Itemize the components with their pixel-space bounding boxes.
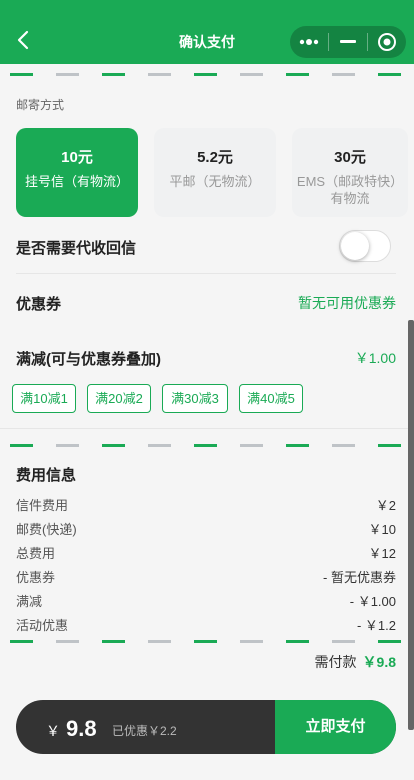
toggle-knob	[341, 232, 369, 260]
discount-tag[interactable]: 满30减3	[162, 384, 228, 413]
return-letter-toggle[interactable]	[339, 230, 391, 262]
discount-tag[interactable]: 满10减1	[12, 384, 76, 413]
more-icon[interactable]	[290, 26, 328, 58]
fee-row: 优惠券 - 暂无优惠券	[16, 567, 396, 586]
shipping-option-ems[interactable]: 30元 EMS（邮政特快）有物流	[292, 128, 408, 217]
fee-row: 满减 - ￥1.00	[16, 591, 396, 610]
shipping-name: EMS（邮政特快）有物流	[296, 174, 404, 206]
discount-value: ￥1.00	[354, 350, 396, 366]
need-pay: 需付款 ￥9.8	[315, 652, 396, 672]
fee-label: 优惠券	[16, 570, 56, 585]
discount-label: 满减(可与优惠券叠加)	[16, 351, 161, 368]
shipping-name: 平邮（无物流）	[169, 174, 261, 189]
shipping-price: 5.2元	[197, 149, 233, 166]
fee-value: ￥12	[368, 546, 396, 561]
shipping-label: 邮寄方式	[16, 98, 65, 112]
shipping-price: 30元	[334, 149, 366, 166]
divider	[16, 273, 396, 274]
shipping-price: 10元	[61, 149, 93, 166]
pay-amount-value: 9.8	[66, 716, 97, 741]
need-pay-label: 需付款	[314, 654, 357, 670]
fee-label: 活动优惠	[16, 618, 69, 633]
fee-row: 邮费(快递) ￥10	[16, 519, 396, 538]
fee-label: 满减	[16, 594, 43, 609]
fee-label: 信件费用	[16, 498, 69, 513]
fee-value: - 暂无优惠券	[323, 570, 396, 585]
coupon-label: 优惠券	[16, 296, 62, 313]
pay-saved: 已优惠￥2.2	[112, 724, 177, 738]
shipping-option-registered[interactable]: 10元 挂号信（有物流）	[16, 128, 138, 217]
fee-row: 信件费用 ￥2	[16, 495, 396, 514]
pay-amount: ￥ 9.8	[46, 716, 97, 742]
close-target-icon[interactable]	[368, 26, 406, 58]
need-pay-value: ￥9.8	[362, 654, 396, 670]
fee-row: 活动优惠 - ￥1.2	[16, 615, 396, 634]
fee-value: ￥2	[375, 498, 396, 513]
shipping-option-surface[interactable]: 5.2元 平邮（无物流）	[154, 128, 276, 217]
fees-title: 费用信息	[16, 467, 77, 484]
fee-row: 总费用 ￥12	[16, 543, 396, 562]
fee-label: 总费用	[16, 546, 56, 561]
nav-header: 确认支付	[0, 0, 414, 64]
discount-tag[interactable]: 满40减5	[239, 384, 303, 413]
currency-symbol: ￥	[46, 723, 60, 739]
scrollbar[interactable]	[408, 320, 414, 730]
divider	[0, 428, 408, 429]
miniapp-capsule	[290, 26, 406, 58]
fee-value: ￥10	[368, 522, 396, 537]
minimize-icon[interactable]	[329, 26, 367, 58]
fee-label: 邮费(快递)	[16, 522, 77, 537]
fee-value: - ￥1.2	[356, 618, 396, 633]
perforated-edge	[10, 444, 404, 447]
discount-tag[interactable]: 满20减2	[87, 384, 151, 413]
perforated-edge	[10, 73, 404, 76]
return-letter-label: 是否需要代收回信	[16, 240, 137, 257]
shipping-name: 挂号信（有物流）	[24, 174, 129, 189]
coupon-value[interactable]: 暂无可用优惠券	[298, 293, 396, 313]
pay-now-button[interactable]: 立即支付	[275, 700, 396, 754]
pay-bar: ￥ 9.8 已优惠￥2.2 立即支付	[16, 700, 396, 754]
fee-value: - ￥1.00	[349, 594, 396, 609]
perforated-edge	[10, 640, 404, 643]
